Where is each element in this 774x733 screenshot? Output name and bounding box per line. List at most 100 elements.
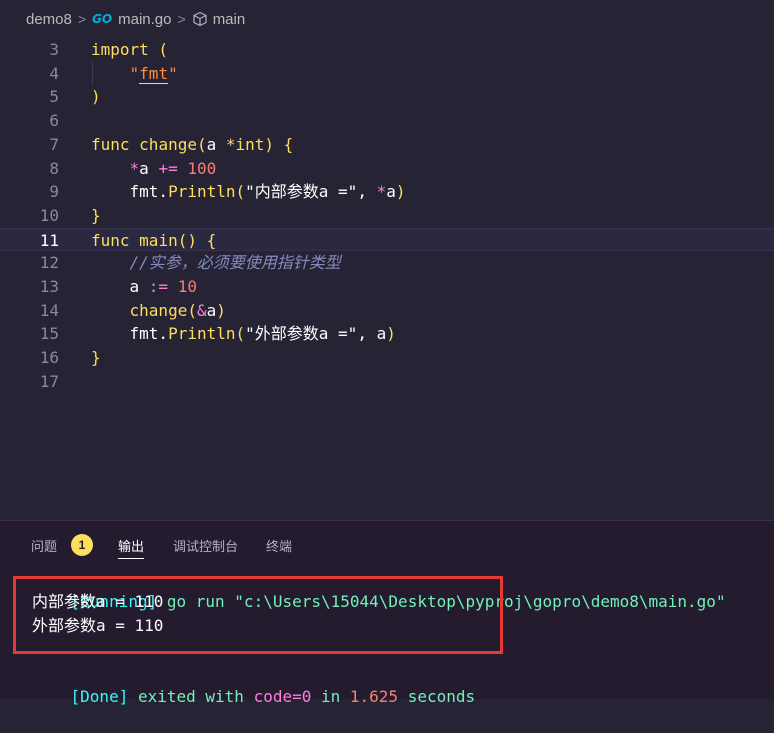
- output-done-line: [Done] exited with code=0 in 1.625 secon…: [32, 661, 476, 706]
- line-code: fmt.Println("外部参数a =", a): [91, 322, 396, 346]
- go-file-icon: GO: [92, 12, 113, 26]
- code-token: a: [386, 182, 396, 202]
- code-line[interactable]: 17: [0, 370, 774, 394]
- code-token: 100: [187, 158, 217, 178]
- code-token: fmt.: [91, 324, 169, 344]
- line-code: *a += 100: [91, 157, 217, 181]
- code-token: a: [376, 324, 387, 344]
- tab-output-label: 输出: [118, 538, 145, 554]
- code-token: }: [91, 205, 101, 225]
- code-line[interactable]: 10}: [0, 204, 774, 228]
- tab-debug-console-label: 调试控制台: [173, 538, 239, 554]
- breadcrumb-folder[interactable]: demo8: [26, 11, 72, 28]
- code-line[interactable]: 3 import (: [0, 38, 774, 62]
- line-number: 10: [39, 205, 59, 225]
- line-number: 16: [39, 348, 59, 368]
- code-token: a: [206, 134, 226, 154]
- code-token: func: [91, 134, 130, 154]
- code-token: a: [206, 300, 217, 320]
- breadcrumb-file[interactable]: GO main.go: [92, 11, 171, 28]
- line-number: 8: [49, 158, 59, 178]
- line-number: 11: [39, 230, 59, 250]
- code-token: func: [91, 230, 130, 250]
- code-line[interactable]: 16}: [0, 346, 774, 370]
- code-token: 10: [177, 277, 197, 296]
- code-token: change: [139, 134, 197, 154]
- done-tag: [Done]: [70, 687, 129, 706]
- code-token: }: [91, 348, 101, 368]
- code-token: ): [386, 324, 396, 344]
- code-token: a: [91, 277, 149, 296]
- code-line[interactable]: 11 func main() {: [0, 227, 774, 252]
- code-line[interactable]: 14 change(&a): [0, 299, 774, 323]
- highlight-box: [13, 576, 503, 654]
- line-number: 17: [39, 371, 59, 391]
- code-editor[interactable]: 3 import (4 "fmt" 5) 6 7 func change(a *int) …: [0, 38, 774, 520]
- code-token: fmt.: [91, 182, 169, 202]
- line-number: 13: [39, 277, 59, 296]
- tab-debug-console[interactable]: 调试控制台: [173, 521, 238, 569]
- code-token: ": [168, 63, 178, 83]
- tab-terminal[interactable]: 终端: [266, 521, 292, 569]
- done-seconds-text: seconds: [398, 687, 476, 706]
- line-number: 15: [39, 324, 59, 344]
- done-in-text: in: [311, 687, 350, 706]
- breadcrumb-file-label: main.go: [118, 10, 172, 28]
- tab-problems[interactable]: 问题 1: [31, 521, 94, 569]
- code-token: &: [196, 300, 207, 320]
- code-token: (: [196, 134, 207, 154]
- code-token: Println: [168, 182, 236, 202]
- line-number: 14: [39, 300, 59, 320]
- line-code: a := 10: [91, 275, 197, 299]
- code-token: () {: [177, 230, 217, 250]
- line-code: ): [91, 85, 101, 109]
- symbol-method-icon: [192, 11, 208, 27]
- code-token: fmt: [139, 63, 169, 84]
- line-number: 4: [49, 63, 59, 83]
- code-token: ): [395, 182, 406, 202]
- breadcrumb-symbol-label: main: [212, 10, 246, 28]
- line-code: import (: [91, 38, 168, 62]
- code-token: ,: [357, 324, 377, 344]
- code-token: change: [129, 300, 188, 320]
- tab-output[interactable]: 输出: [118, 521, 145, 569]
- line-number: 7: [49, 134, 59, 154]
- code-token: ): [91, 87, 101, 107]
- line-code: func change(a *int) {: [91, 133, 293, 157]
- line-number: 9: [49, 182, 59, 202]
- line-number: 12: [39, 253, 59, 273]
- code-line[interactable]: 6: [0, 109, 774, 133]
- code-line[interactable]: 7 func change(a *int) {: [0, 133, 774, 157]
- code-token: (: [235, 182, 246, 202]
- code-token: "内部参数a =": [245, 182, 358, 202]
- chevron-right-icon: >: [177, 11, 186, 27]
- breadcrumb-symbol[interactable]: main: [192, 10, 246, 28]
- done-exited-text: exited with: [128, 687, 254, 706]
- code-line[interactable]: 9 fmt.Println("内部参数a =", *a): [0, 180, 774, 204]
- code-line[interactable]: 12 //实参，必须要使用指针类型: [0, 251, 774, 275]
- line-code: fmt.Println("内部参数a =", *a): [91, 180, 406, 204]
- code-token: *: [376, 182, 387, 202]
- code-line[interactable]: 5): [0, 85, 774, 109]
- breadcrumb: demo8 > GO main.go > main: [0, 0, 774, 38]
- code-token: (: [148, 40, 169, 59]
- line-code: //实参，必须要使用指针类型: [91, 251, 341, 275]
- code-line[interactable]: 8 *a += 100: [0, 157, 774, 181]
- code-token: ": [91, 63, 140, 83]
- code-line[interactable]: 13 a := 10: [0, 275, 774, 299]
- code-token: ) {: [264, 134, 294, 154]
- breadcrumb-folder-label: demo8: [26, 10, 72, 28]
- code-token: (: [187, 300, 197, 320]
- line-code: change(&a): [91, 299, 226, 323]
- code-token: ): [216, 300, 226, 320]
- code-line[interactable]: 15 fmt.Println("外部参数a =", a): [0, 322, 774, 346]
- code-token: a: [139, 158, 159, 178]
- code-token: Println: [168, 324, 236, 344]
- code-token: ,: [357, 182, 377, 202]
- code-token: +=: [158, 158, 188, 178]
- code-line[interactable]: 4 "fmt": [0, 62, 774, 86]
- code-token: (: [235, 324, 246, 344]
- line-code: "fmt": [91, 62, 178, 86]
